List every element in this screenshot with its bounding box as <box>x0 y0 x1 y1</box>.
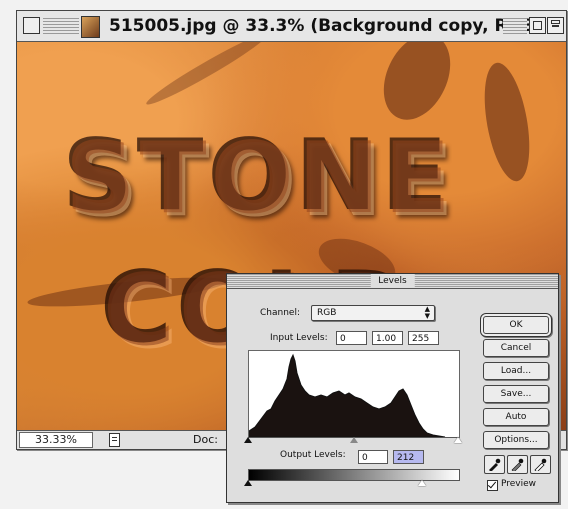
rock-shadow <box>370 42 464 131</box>
preview-checkbox[interactable] <box>487 480 498 491</box>
input-levels-label: Input Levels: <box>270 333 328 343</box>
output-black-field[interactable]: 0 <box>358 450 388 464</box>
rock-shadow <box>476 59 538 185</box>
channel-label: Channel: <box>260 308 300 318</box>
levels-title: Levels <box>370 274 415 288</box>
stone-text: STONE <box>65 122 455 236</box>
titlebar-stripes-right <box>503 18 527 34</box>
doc-size-label[interactable]: Doc: <box>193 432 218 447</box>
input-black-field[interactable]: 0 <box>336 331 367 345</box>
titlebar-stripes <box>43 18 79 34</box>
load-button[interactable]: Load... <box>483 362 549 380</box>
output-white-slider[interactable] <box>418 480 426 486</box>
zoom-box[interactable] <box>529 17 546 34</box>
save-button[interactable]: Save... <box>483 385 549 403</box>
output-gradient-bar <box>248 469 460 481</box>
output-white-field[interactable]: 212 <box>393 450 424 464</box>
updown-arrows-icon: ▲ ▼ <box>424 305 430 320</box>
document-info-icon[interactable] <box>109 433 120 447</box>
ok-button[interactable]: OK <box>483 316 549 334</box>
histogram <box>248 350 460 438</box>
zoom-field[interactable]: 33.33% <box>19 432 93 448</box>
input-white-field[interactable]: 255 <box>408 331 439 345</box>
levels-dialog: Levels Channel: RGB ▲ ▼ Input Levels: 0 1… <box>226 273 559 503</box>
document-title: 515005.jpg @ 33.3% (Background copy, RGB… <box>103 14 549 38</box>
channel-select[interactable]: RGB ▲ ▼ <box>311 305 435 321</box>
document-titlebar[interactable]: 515005.jpg @ 33.3% (Background copy, RGB… <box>17 11 566 42</box>
input-gamma-slider[interactable] <box>350 437 358 443</box>
close-box[interactable] <box>23 17 40 34</box>
rock-shadow <box>142 42 272 111</box>
output-levels-label: Output Levels: <box>280 450 346 460</box>
levels-titlebar[interactable]: Levels <box>227 274 558 289</box>
input-gamma-field[interactable]: 1.00 <box>372 331 403 345</box>
white-eyedropper-icon[interactable] <box>530 455 551 474</box>
black-eyedropper-icon[interactable] <box>484 455 505 474</box>
gray-eyedropper-icon[interactable] <box>507 455 528 474</box>
channel-value: RGB <box>317 308 337 318</box>
histogram-graph <box>248 353 446 438</box>
cancel-button[interactable]: Cancel <box>483 339 549 357</box>
collapse-box[interactable] <box>547 17 564 34</box>
auto-button[interactable]: Auto <box>483 408 549 426</box>
preview-label[interactable]: Preview <box>501 479 536 489</box>
input-black-slider[interactable] <box>244 437 252 443</box>
output-black-slider[interactable] <box>244 480 252 486</box>
jpeg-file-icon <box>81 16 100 38</box>
input-white-slider[interactable] <box>454 437 462 443</box>
options-button[interactable]: Options... <box>483 431 549 449</box>
